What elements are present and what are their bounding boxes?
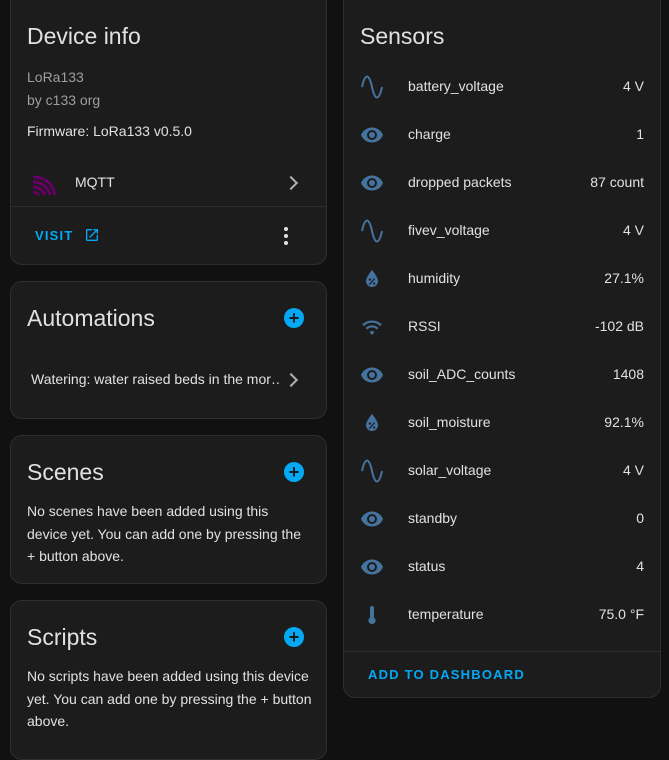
automation-label: Watering: water raised beds in the mor…	[31, 371, 281, 387]
device-firmware: Firmware: LoRa133 v0.5.0	[27, 123, 192, 139]
sensor-value: -102 dB	[594, 318, 644, 334]
sensor-row[interactable]: standby 0	[344, 495, 660, 543]
add-script-button[interactable]: +	[284, 627, 304, 647]
sensor-name: humidity	[408, 270, 461, 286]
sensor-name: soil_ADC_counts	[408, 366, 516, 382]
sensor-name: battery_voltage	[408, 78, 504, 94]
mqtt-logo-icon	[31, 171, 57, 197]
sensor-name: temperature	[408, 606, 484, 622]
sensor-name: charge	[408, 126, 451, 142]
eye-icon	[360, 507, 384, 531]
sensor-value: 4 V	[622, 78, 644, 94]
water-percent-icon	[360, 267, 384, 291]
sensor-name: fivev_voltage	[408, 222, 490, 238]
scenes-title: Scenes	[27, 459, 104, 485]
sensor-row[interactable]: soil_ADC_counts 1408	[344, 351, 660, 399]
plus-icon: +	[288, 627, 300, 647]
add-to-dashboard-button[interactable]: ADD TO DASHBOARD	[368, 667, 525, 682]
device-info-title: Device info	[27, 23, 141, 49]
sensors-title: Sensors	[360, 23, 445, 49]
eye-icon	[360, 555, 384, 579]
scripts-title: Scripts	[27, 624, 98, 650]
sensor-value: 92.1%	[604, 414, 644, 430]
eye-icon	[360, 363, 384, 387]
sensor-value: 4 V	[622, 222, 644, 238]
add-automation-button[interactable]: +	[284, 308, 304, 328]
visit-button[interactable]: VISIT	[35, 223, 100, 247]
scenes-empty-text: No scenes have been added using this dev…	[27, 503, 301, 564]
plus-icon: +	[288, 308, 300, 328]
sensor-value: 27.1%	[604, 270, 644, 286]
sensor-row[interactable]: battery_voltage 4 V	[344, 63, 660, 111]
sensor-value: 0	[636, 510, 644, 526]
sensor-name: RSSI	[408, 318, 441, 334]
more-options-icon[interactable]	[284, 227, 288, 245]
sensor-row[interactable]: RSSI -102 dB	[344, 303, 660, 351]
sensors-card: Sensors battery_voltage 4 V charge 1 dropped…	[343, 0, 661, 698]
sensor-row[interactable]: soil_moisture 92.1%	[344, 399, 660, 447]
automations-title: Automations	[27, 305, 155, 331]
sensor-row[interactable]: dropped packets 87 count	[344, 159, 660, 207]
scripts-card: Scripts + No scripts have been added usi…	[10, 600, 327, 760]
sensor-name: dropped packets	[408, 174, 512, 190]
sensor-row[interactable]: status 4	[344, 543, 660, 591]
eye-icon	[360, 123, 384, 147]
sine-wave-icon	[360, 219, 384, 243]
sensor-row[interactable]: solar_voltage 4 V	[344, 447, 660, 495]
sensor-name: status	[408, 558, 446, 574]
chevron-right-icon	[283, 372, 299, 388]
open-in-new-icon	[85, 229, 98, 241]
sensor-name: soil_moisture	[408, 414, 491, 430]
sensor-value: 4 V	[622, 462, 644, 478]
chevron-right-icon	[283, 175, 299, 191]
sensor-name: solar_voltage	[408, 462, 492, 478]
scripts-empty-text: No scripts have been added using this de…	[27, 668, 312, 729]
automation-row[interactable]: Watering: water raised beds in the mor…	[11, 362, 326, 396]
sensor-value: 87 count	[590, 174, 644, 190]
sensor-row[interactable]: temperature 75.0 °F	[344, 591, 660, 639]
device-model: LoRa133	[27, 69, 84, 85]
thermometer-icon	[360, 603, 384, 627]
wifi-icon	[360, 315, 384, 339]
sensor-value: 1	[636, 126, 644, 142]
device-manufacturer: by c133 org	[27, 92, 101, 108]
sensor-name: standby	[408, 510, 458, 526]
divider	[11, 206, 326, 207]
add-scene-button[interactable]: +	[284, 462, 304, 482]
water-percent-icon	[360, 411, 384, 435]
sine-wave-icon	[360, 75, 384, 99]
sensor-value: 1408	[612, 366, 644, 382]
integration-row-mqtt[interactable]: MQTT	[11, 159, 326, 205]
scenes-card: Scenes + No scenes have been added using…	[10, 435, 327, 584]
sensor-row[interactable]: humidity 27.1%	[344, 255, 660, 303]
device-info-card: Device info LoRa133 by c133 org Firmware…	[10, 0, 327, 265]
sensor-row[interactable]: fivev_voltage 4 V	[344, 207, 660, 255]
integration-label: MQTT	[75, 174, 115, 190]
automations-card: Automations + Watering: water raised bed…	[10, 281, 327, 419]
sensor-value: 4	[636, 558, 644, 574]
sensor-value: 75.0 °F	[598, 606, 644, 622]
visit-label: VISIT	[35, 227, 74, 243]
sensor-row[interactable]: charge 1	[344, 111, 660, 159]
eye-icon	[360, 171, 384, 195]
plus-icon: +	[288, 462, 300, 482]
divider	[344, 651, 660, 652]
sine-wave-icon	[360, 459, 384, 483]
